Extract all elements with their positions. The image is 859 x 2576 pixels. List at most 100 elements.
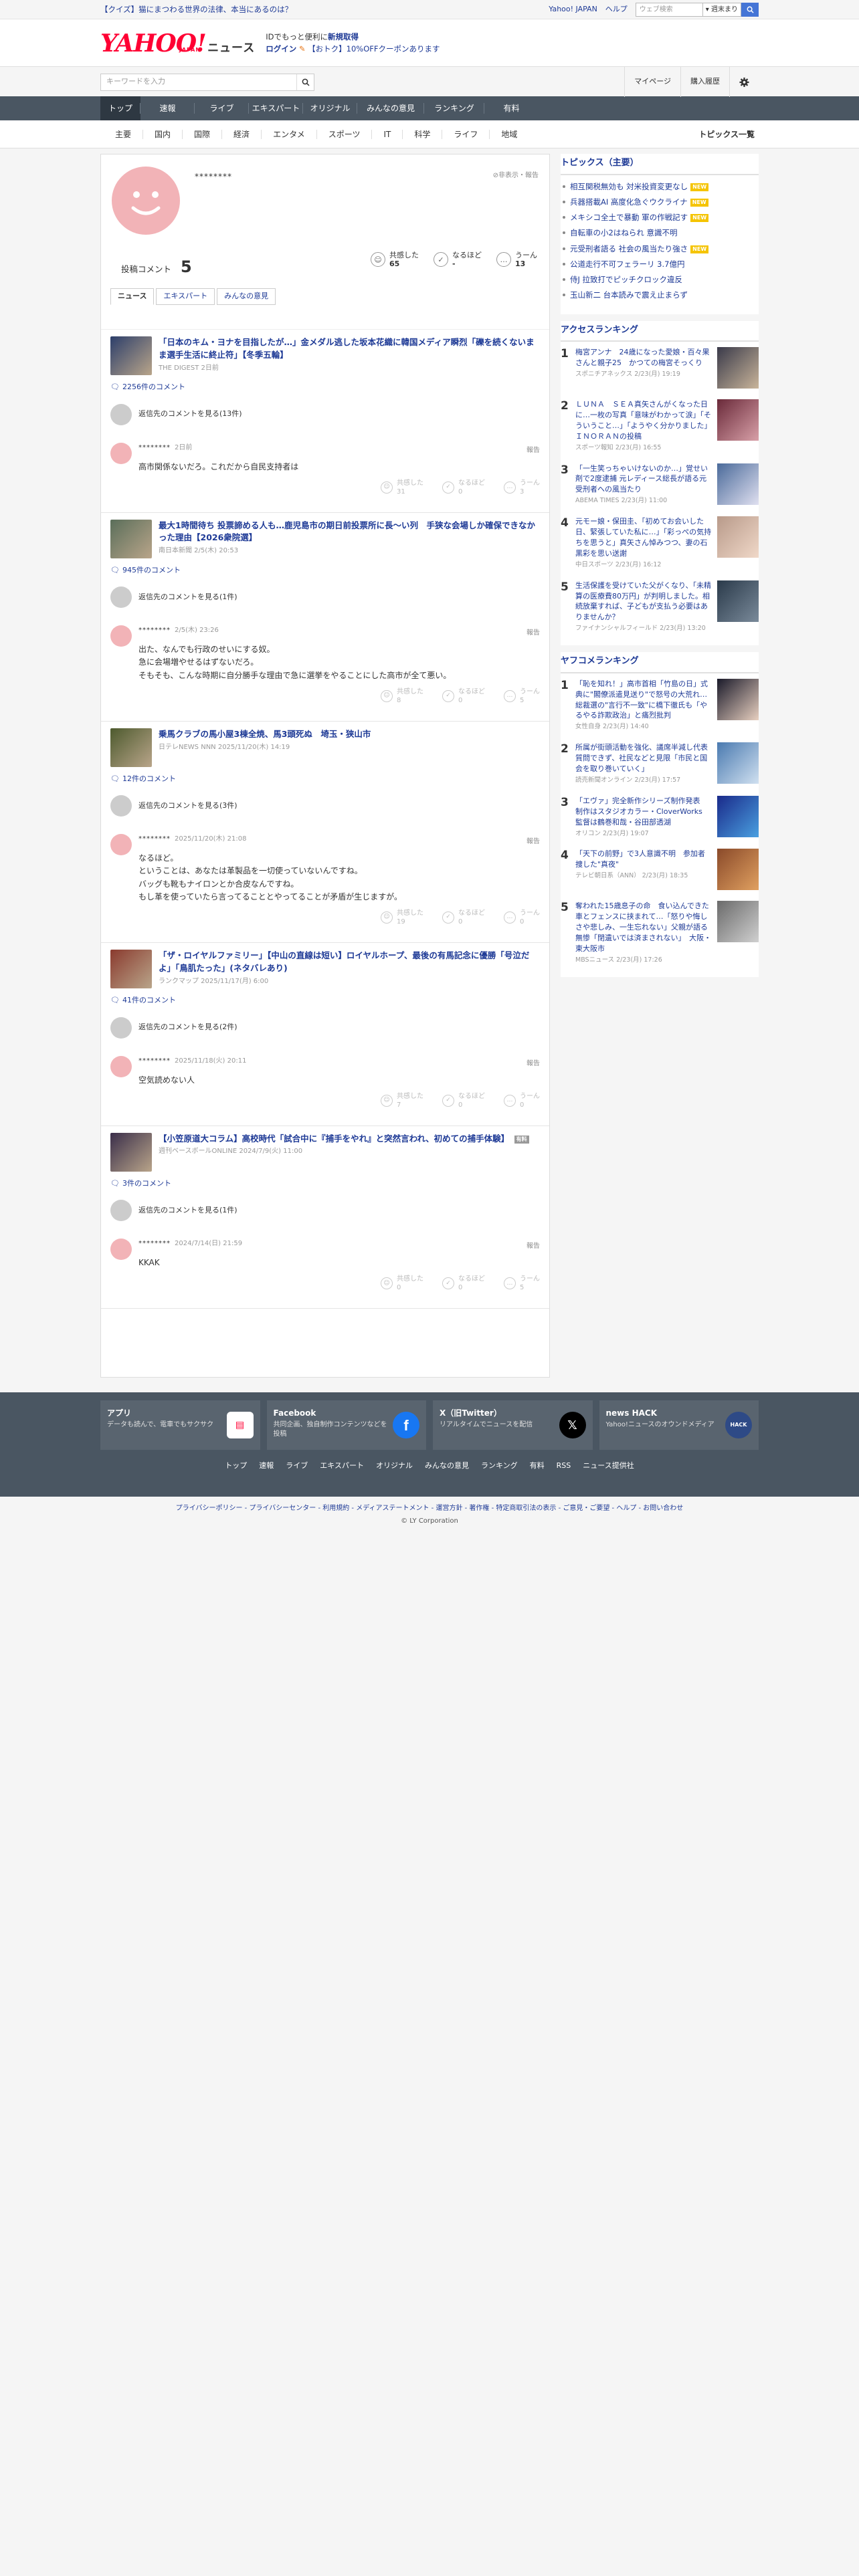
- gnav-top[interactable]: トップ: [100, 96, 140, 120]
- topic-item[interactable]: メキシコ全土で暴動 軍の作戦記す NEW: [561, 210, 759, 225]
- tab-news[interactable]: ニュース: [110, 288, 155, 305]
- topic-item[interactable]: 元受刑者語る 社会の風当たり強さ NEW: [561, 241, 759, 257]
- purchase-history-link[interactable]: 購入履歴: [680, 67, 729, 97]
- promo-link[interactable]: 【クイズ】猫にまつわる世界の法律、本当にあるのは？: [100, 4, 292, 15]
- article-thumbnail[interactable]: [110, 519, 152, 558]
- tab-expert[interactable]: エキスパート: [156, 288, 215, 305]
- cat-economy[interactable]: 経済: [222, 130, 262, 139]
- cat-local[interactable]: 地域: [490, 130, 529, 139]
- coupon-link[interactable]: 【おトク】10%OFFクーポンあります: [308, 44, 440, 53]
- footer-link[interactable]: トップ: [225, 1461, 247, 1472]
- ranking-item[interactable]: 1 「恥を知れ！」高市首相「竹島の日」式典に"閣僚派遣見送り"で怒号の大荒れ…総…: [561, 673, 759, 738]
- footer-link[interactable]: オリジナル: [376, 1461, 413, 1472]
- settings-button[interactable]: [729, 67, 759, 97]
- topic-item[interactable]: 兵器搭載AI 高度化急ぐウクライナ NEW: [561, 195, 759, 210]
- article-thumbnail[interactable]: [110, 336, 152, 375]
- footer-link[interactable]: みんなの意見: [425, 1461, 469, 1472]
- reaction-hmm-button[interactable]: … うーん 0: [504, 909, 540, 926]
- footer-card-x[interactable]: X（旧Twitter） リアルタイムでニュースを配信 𝕏: [433, 1400, 593, 1450]
- footer-card-facebook[interactable]: Facebook 共同企画、独自制作コンテンツなどを投稿 f: [266, 1400, 426, 1450]
- cat-domestic[interactable]: 国内: [143, 130, 183, 139]
- gnav-ranking[interactable]: ランキング: [424, 96, 484, 120]
- reaction-hmm-button[interactable]: … うーん 5: [504, 687, 540, 705]
- cat-main[interactable]: 主要: [100, 130, 144, 139]
- legal-links[interactable]: プライバシーポリシー - プライバシーセンター - 利用規約 - メディアステー…: [0, 1503, 859, 1513]
- reaction-agree-button[interactable]: ☺ 共感した 19: [381, 909, 423, 926]
- footer-link[interactable]: ニュース提供社: [583, 1461, 634, 1472]
- ranking-item[interactable]: 3 「一生笑っちゃいけないのか…」覚せい剤で2度逮捕 元レディース総長が語る元受…: [561, 458, 759, 512]
- tab-opinions[interactable]: みんなの意見: [217, 288, 276, 305]
- parent-comment-link[interactable]: 返信先のコメントを見る(1件): [110, 586, 540, 609]
- report-link[interactable]: 報告: [527, 445, 540, 455]
- footer-card-app[interactable]: アプリ データも読んで、電車でもサクサク ▤: [100, 1400, 260, 1450]
- reaction-insightful-button[interactable]: ✓ なるほど 0: [442, 909, 485, 926]
- ranking-item[interactable]: 3 「エヴァ」完全新作シリーズ制作発表 制作はスタジオカラー・CloverWor…: [561, 790, 759, 844]
- ranking-item[interactable]: 4 元モー娘・保田圭、「初めてお会いした日、緊張していた私に…」「彩っぺの気持ち…: [561, 511, 759, 575]
- footer-link[interactable]: ライブ: [286, 1461, 308, 1472]
- keyword-input[interactable]: キーワードを入力: [101, 76, 296, 88]
- gnav-expert[interactable]: エキスパート: [249, 96, 303, 120]
- article-title[interactable]: 「日本のキム・ヨナを目指したが…」金メダル逃した坂本花織に韓国メディア瞬烈「礫を…: [159, 337, 535, 360]
- login-link[interactable]: ログイン: [266, 44, 296, 53]
- web-search-button[interactable]: [741, 3, 759, 17]
- reaction-insightful-button[interactable]: ✓ なるほど 0: [442, 687, 485, 705]
- gnav-opinions[interactable]: みんなの意見: [357, 96, 424, 120]
- footer-link[interactable]: エキスパート: [320, 1461, 364, 1472]
- comment-count-link[interactable]: 🗨 2256件のコメント: [110, 382, 540, 393]
- ranking-item[interactable]: 1 梅宮アンナ 24歳になった愛娘・百々果さんと親子25 かつての梅宮そっくりス…: [561, 342, 759, 394]
- ranking-item[interactable]: 5 奪われた15歳息子の命 食い込んできた車とフェンスに挟まれて…「怒りや悔しさ…: [561, 895, 759, 970]
- web-search-select[interactable]: ▾ 週末まり: [702, 3, 741, 17]
- topic-item[interactable]: 公道走行不可フェラーリ 3.7億円: [561, 257, 759, 272]
- help-link[interactable]: ヘルプ: [605, 4, 628, 15]
- comment-count-link[interactable]: 🗨 41件のコメント: [110, 995, 540, 1006]
- yahoo-news-logo[interactable]: YAHOO! JAPAN ニュース: [100, 30, 255, 56]
- article-title[interactable]: 「ザ・ロイヤルファミリー」【中山の直線は短い】ロイヤルホープ、最後の有馬記念に優…: [159, 950, 529, 973]
- reaction-insightful-button[interactable]: ✓ なるほど 0: [442, 479, 485, 496]
- parent-comment-link[interactable]: 返信先のコメントを見る(3件): [110, 795, 540, 817]
- gnav-live[interactable]: ライブ: [195, 96, 249, 120]
- footer-card-newshack[interactable]: news HACK Yahoo!ニュースのオウンドメディア HACK: [599, 1400, 759, 1450]
- mypage-link[interactable]: マイページ: [624, 67, 680, 97]
- article-title[interactable]: 最大1時間待ち 投票諦める人も…鹿児島市の期日前投票所に長〜い列 手狭な会場しか…: [159, 520, 535, 543]
- report-link[interactable]: 報告: [527, 628, 540, 638]
- comment-count-link[interactable]: 🗨 945件のコメント: [110, 565, 540, 576]
- cat-it[interactable]: IT: [372, 130, 403, 139]
- reaction-insightful-button[interactable]: ✓ なるほど 0: [442, 1275, 485, 1292]
- comment-count-link[interactable]: 🗨 12件のコメント: [110, 774, 540, 785]
- keyword-search-button[interactable]: [296, 74, 314, 90]
- report-link[interactable]: 報告: [527, 837, 540, 847]
- cat-world[interactable]: 国際: [183, 130, 223, 139]
- parent-comment-link[interactable]: 返信先のコメントを見る(13件): [110, 403, 540, 425]
- article-title[interactable]: 【小笠原道大コラム】高校時代「試合中に『捕手をやれ』と突然言われ、初めての捕手体…: [159, 1134, 509, 1144]
- ranking-item[interactable]: 4 「天下の前野」で3人意識不明 参加者捜した"真夜" テレビ朝日系（ANN） 2…: [561, 843, 759, 895]
- reaction-hmm-button[interactable]: … うーん 5: [504, 1275, 540, 1292]
- footer-link[interactable]: ランキング: [481, 1461, 518, 1472]
- report-link[interactable]: 報告: [527, 1241, 540, 1251]
- gnav-breaking[interactable]: 速報: [140, 96, 195, 120]
- article-thumbnail[interactable]: [110, 728, 152, 767]
- comment-count-link[interactable]: 🗨 3件のコメント: [110, 1178, 540, 1190]
- footer-link[interactable]: 速報: [259, 1461, 274, 1472]
- cat-sports[interactable]: スポーツ: [317, 130, 373, 139]
- signup-link[interactable]: 新規取得: [328, 32, 359, 41]
- cat-science[interactable]: 科学: [403, 130, 443, 139]
- reaction-agree-button[interactable]: ☺ 共感した 31: [381, 479, 423, 496]
- gnav-original[interactable]: オリジナル: [303, 96, 357, 120]
- ranking-item[interactable]: 5 生活保護を受けていた父がくなり、「未精算の医療費80万円」が判明しました。相…: [561, 575, 759, 639]
- cat-entertainment[interactable]: エンタメ: [262, 130, 317, 139]
- article-thumbnail[interactable]: [110, 1132, 152, 1172]
- reaction-hmm-button[interactable]: … うーん 0: [504, 1092, 540, 1109]
- reaction-agree-button[interactable]: ☺ 共感した 8: [381, 687, 423, 705]
- reaction-agree-button[interactable]: ☺ 共感した 7: [381, 1092, 423, 1109]
- ranking-item[interactable]: 2 所属が街頭活動を強化、議席半減し代表質問できず、社民などと見限「市民と国会を…: [561, 737, 759, 790]
- topic-item[interactable]: 相互関税無効も 対米投資変更なし NEW: [561, 179, 759, 195]
- parent-comment-link[interactable]: 返信先のコメントを見る(1件): [110, 1200, 540, 1222]
- cat-life[interactable]: ライフ: [442, 130, 490, 139]
- parent-comment-link[interactable]: 返信先のコメントを見る(2件): [110, 1016, 540, 1039]
- topics-list-link[interactable]: トピックス一覧: [698, 128, 759, 140]
- reaction-insightful-button[interactable]: ✓ なるほど 0: [442, 1092, 485, 1109]
- web-search-input[interactable]: ウェブ検索: [635, 3, 702, 17]
- topic-item[interactable]: 自転車の小2はねられ 意識不明: [561, 225, 759, 241]
- topic-item[interactable]: 玉山新二 台本読みで震え止まらず: [561, 288, 759, 303]
- hide-report-link[interactable]: ⊘非表示・報告: [493, 171, 539, 181]
